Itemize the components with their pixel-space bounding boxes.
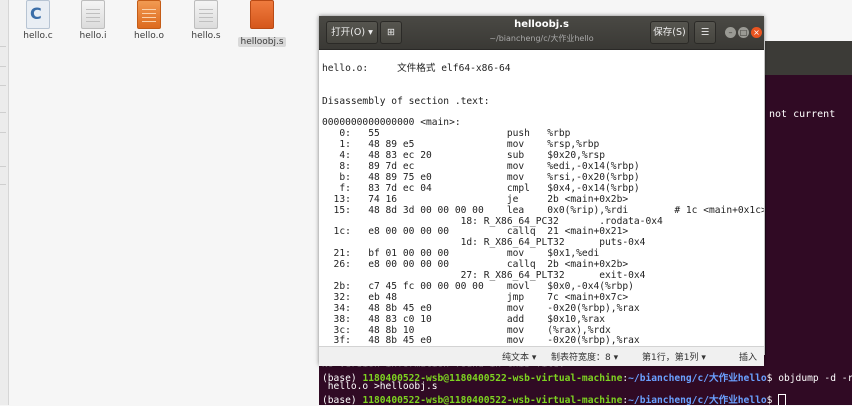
- code-line: 1d: R_X86_64_PLT32 puts-0x4: [322, 237, 646, 249]
- code-line: 0000000000000000 <main>:: [322, 117, 461, 129]
- object-file-icon: [137, 0, 161, 29]
- code-line: 0: 55 push %rbp: [322, 128, 571, 140]
- code-line: 21: bf 01 00 00 00 mov $0x1,%edi: [322, 248, 600, 260]
- header-bar[interactable]: 打开(O) ▾ ⊞ helloobj.s ~/biancheng/c/大作业he…: [319, 16, 764, 50]
- text-editor-area[interactable]: hello.o: 文件格式 elf64-x86-64 Disassembly of…: [319, 50, 764, 345]
- hamburger-menu-icon: ☰: [700, 27, 710, 38]
- code-line: hello.o: 文件格式 elf64-x86-64: [322, 62, 511, 74]
- insert-mode: 插入: [739, 353, 758, 363]
- code-line: 2b: c7 45 fc 00 00 00 00 movl $0x0,-0x4(…: [322, 280, 634, 292]
- code-line: 26: e8 00 00 00 00 callq 2b <main+0x2b>: [322, 259, 629, 271]
- file-label: hello.i: [79, 31, 107, 41]
- code-line: 18: R_X86_64_PC32 .rodata-0x4: [322, 215, 663, 227]
- window-title: helloobj.s: [514, 19, 569, 30]
- menu-button[interactable]: ☰: [694, 21, 716, 44]
- file-hello-i[interactable]: hello.i: [63, 0, 123, 41]
- terminal-window[interactable]: [765, 41, 852, 365]
- code-line: f: 83 7d ec 04 cmpl $0x4,-0x14(%rbp): [322, 182, 640, 194]
- terminal-line-3: (base) 1180400522-wsb@1180400522-wsb-vir…: [322, 392, 787, 406]
- file-hello-c[interactable]: C hello.c: [8, 0, 68, 41]
- close-icon[interactable]: ×: [751, 27, 762, 38]
- tab-width-selector[interactable]: 制表符宽度：8 ▾: [551, 350, 618, 363]
- file-hello-s[interactable]: hello.s: [176, 0, 236, 41]
- file-helloobj-s[interactable]: helloobj.s: [232, 0, 292, 48]
- code-line: 8: 89 7d ec mov %edi,-0x14(%rbp): [322, 161, 640, 172]
- code-line: 38: 48 83 c0 10 add $0x10,%rax: [322, 313, 606, 325]
- code-line: b: 48 89 75 e0 mov %rsi,-0x20(%rbp): [322, 171, 640, 183]
- open-button[interactable]: 打开(O) ▾: [326, 21, 378, 44]
- code-line: 27: R_X86_64_PLT32 exit-0x4: [322, 270, 646, 281]
- file-label: hello.c: [23, 31, 53, 41]
- window-subtitle: ~/biancheng/c/大作业hello: [489, 34, 594, 43]
- gedit-window[interactable]: 打开(O) ▾ ⊞ helloobj.s ~/biancheng/c/大作业he…: [319, 16, 764, 366]
- code-line: 3f: 48 8b 45 e0 mov -0x20(%rbp),%rax: [322, 335, 640, 345]
- selected-file-icon: [250, 0, 274, 29]
- new-document-button[interactable]: ⊞: [380, 21, 402, 44]
- code-line: 13: 74 16 je 2b <main+0x2b>: [322, 193, 629, 205]
- terminal-titlebar[interactable]: [765, 41, 852, 75]
- code-line: 32: eb 48 jmp 7c <main+0x7c>: [322, 291, 629, 303]
- maximize-icon[interactable]: □: [738, 27, 749, 38]
- new-document-icon: ⊞: [387, 27, 395, 38]
- code-line: 34: 48 8b 45 e0 mov -0x20(%rbp),%rax: [322, 302, 640, 314]
- file-label-selected: helloobj.s: [238, 37, 286, 47]
- format-selector[interactable]: 纯文本 ▾: [502, 350, 536, 363]
- text-file-icon: [194, 0, 218, 29]
- code-line: 1: 48 89 e5 mov %rsp,%rbp: [322, 139, 600, 151]
- code-line: 3c: 48 8b 10 mov (%rax),%rdx: [322, 324, 611, 336]
- code-line: 4: 48 83 ec 20 sub $0x20,%rsp: [322, 150, 606, 162]
- code-line: 1c: e8 00 00 00 00 callq 21 <main+0x21>: [322, 226, 629, 238]
- cursor-position[interactable]: 第1行，第1列 ▾: [642, 350, 706, 363]
- terminal-cursor: [778, 394, 787, 406]
- terminal-line-2: hello.o >helloobj.s: [322, 381, 438, 392]
- terminal-side-text: not current: [769, 109, 836, 120]
- save-button[interactable]: 保存(S): [650, 21, 689, 44]
- code-line: 15: 48 8d 3d 00 00 00 00 lea 0x0(%rip),%…: [322, 204, 764, 216]
- file-label: hello.o: [134, 31, 164, 41]
- c-source-file-icon: C: [26, 0, 50, 29]
- file-hello-o[interactable]: hello.o: [119, 0, 179, 41]
- status-bar: 纯文本 ▾ 制表符宽度：8 ▾ 第1行，第1列 ▾ 插入: [319, 346, 764, 366]
- text-file-icon: [81, 0, 105, 29]
- minimize-icon[interactable]: –: [725, 27, 736, 38]
- file-label: hello.s: [191, 31, 221, 41]
- code-line: Disassembly of section .text:: [322, 95, 490, 107]
- file-manager-sidebar: [0, 0, 9, 405]
